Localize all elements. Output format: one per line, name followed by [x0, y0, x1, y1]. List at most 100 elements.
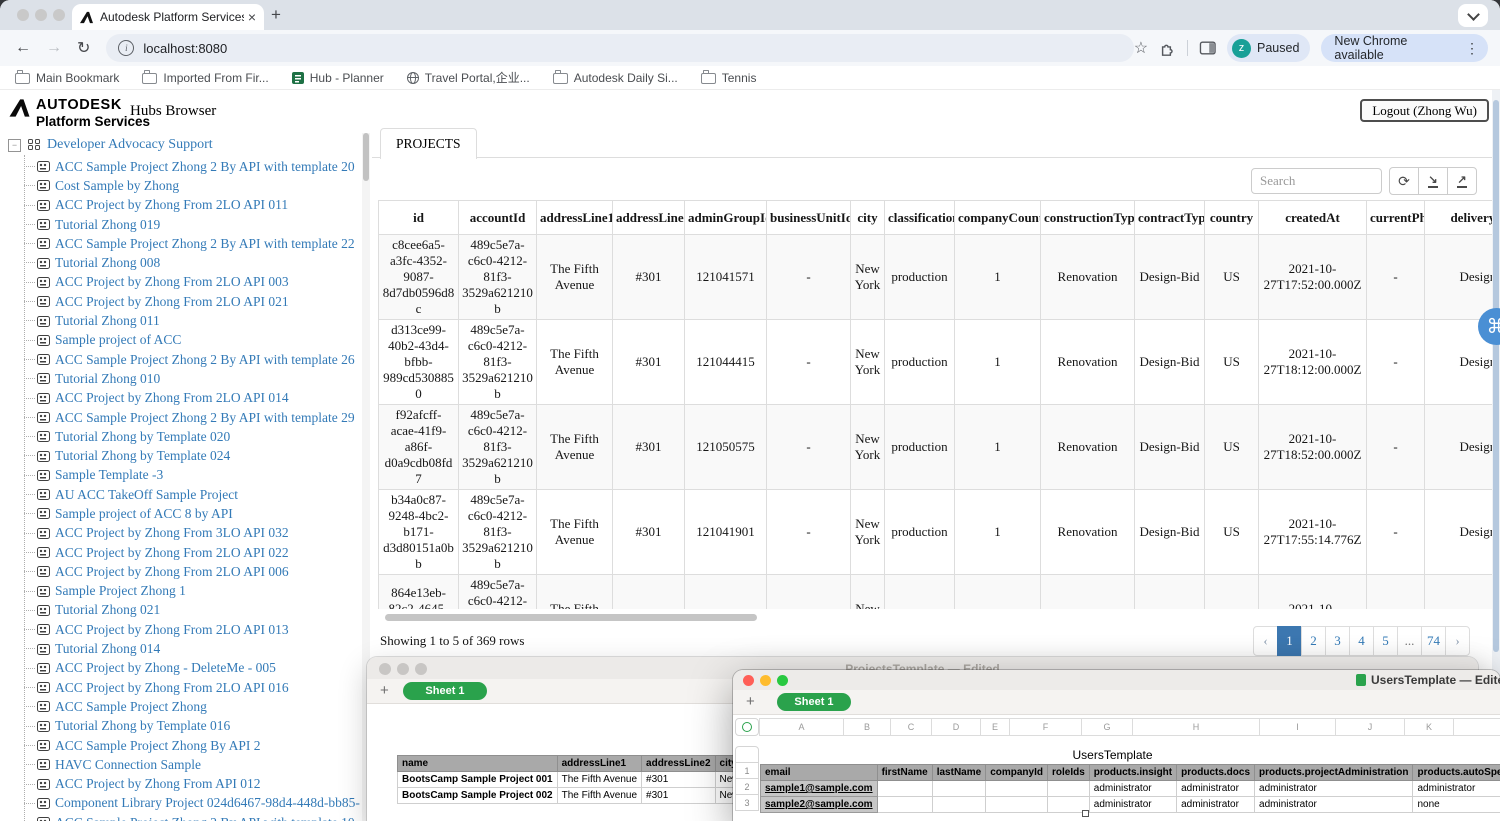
sheet-tab[interactable]: Sheet 1 — [403, 682, 487, 700]
users-template-titlebar[interactable]: UsersTemplate — Edited — [733, 670, 1500, 690]
pagination-page[interactable]: 74 — [1421, 626, 1446, 656]
project-link[interactable]: ACC Sample Project Zhong 2 By API with t… — [55, 352, 355, 368]
refresh-button[interactable]: ⟳ — [1389, 167, 1419, 195]
project-link[interactable]: Sample project of ACC — [55, 332, 181, 348]
column-header[interactable]: currentPhase — [1366, 200, 1425, 235]
sheet-cell[interactable] — [931, 796, 987, 813]
window-close-icon[interactable] — [743, 675, 754, 686]
pagination-page[interactable]: 5 — [1373, 626, 1398, 656]
hub-link[interactable]: Developer Advocacy Support — [47, 137, 213, 153]
project-link[interactable]: ACC Project by Zhong From API 012 — [55, 776, 261, 792]
sheet-cell[interactable]: administrator — [1088, 780, 1178, 797]
window-zoom-icon[interactable] — [53, 9, 65, 21]
column-header[interactable]: country — [1204, 200, 1259, 235]
select-all-corner[interactable] — [735, 718, 759, 736]
bookmark-item[interactable]: Tennis — [700, 70, 756, 85]
sheet-column-header[interactable]: products.insight — [1088, 764, 1178, 781]
column-letter[interactable]: G — [1081, 718, 1133, 736]
column-header[interactable]: adminGroupId — [684, 200, 767, 235]
column-header[interactable]: id — [378, 200, 459, 235]
sheet-cell[interactable]: administrator — [1176, 780, 1256, 797]
project-link[interactable]: ACC Project by Zhong From 2LO API 016 — [55, 680, 289, 696]
sheet-cell[interactable]: The Fifth Avenue — [556, 771, 643, 788]
window-minimize-icon[interactable] — [760, 675, 771, 686]
column-letter[interactable] — [1453, 718, 1500, 736]
column-letter[interactable]: A — [759, 718, 844, 736]
project-link[interactable]: ACC Project by Zhong From 2LO API 003 — [55, 274, 289, 290]
sheet-cell[interactable] — [1046, 780, 1090, 797]
pagination-ellipsis[interactable]: ... — [1397, 626, 1422, 656]
project-link[interactable]: Tutorial Zhong 011 — [55, 313, 160, 329]
project-link[interactable]: ACC Project by Zhong From 2LO API 011 — [55, 197, 288, 213]
pagination-page[interactable]: 3 — [1325, 626, 1350, 656]
bookmark-star-icon[interactable]: ☆ — [1134, 38, 1148, 58]
column-letter[interactable]: F — [1009, 718, 1082, 736]
window-close-icon[interactable] — [17, 9, 29, 21]
tab-search-button[interactable] — [1458, 4, 1488, 27]
bookmark-item[interactable]: Hub - Planner — [291, 71, 384, 85]
table-horizontal-scrollbar[interactable] — [378, 614, 1492, 622]
column-header[interactable]: city — [850, 200, 885, 235]
search-input[interactable] — [1251, 168, 1382, 194]
new-tab-button[interactable]: + — [264, 4, 288, 26]
project-link[interactable]: Tutorial Zhong by Template 016 — [55, 718, 230, 734]
reload-icon[interactable]: ↻ — [77, 38, 90, 58]
project-link[interactable]: ACC Project by Zhong From 2LO API 022 — [55, 545, 289, 561]
table-row[interactable]: b34a0c87-9248-4bc2-b171-d3d80151a0bb 489c… — [378, 489, 1492, 575]
project-link[interactable]: ACC Project by Zhong From 2LO API 006 — [55, 564, 289, 580]
table-row[interactable]: c8cee6a5-a3fc-4352-9087-8d7db0596d8c 489c… — [378, 234, 1492, 320]
bookmark-item[interactable]: Imported From Fir... — [142, 70, 269, 85]
column-header[interactable]: contractType — [1134, 200, 1205, 235]
project-link[interactable]: ACC Sample Project Zhong 2 By API with t… — [55, 159, 355, 175]
project-link[interactable]: ACC Project by Zhong - DeleteMe - 005 — [55, 660, 276, 676]
column-letter[interactable]: H — [1132, 718, 1260, 736]
pagination-prev[interactable]: ‹ — [1253, 626, 1278, 656]
column-header[interactable]: deliveryMethod — [1424, 200, 1492, 235]
profile-paused-badge[interactable]: z Paused — [1227, 34, 1311, 62]
pagination-next[interactable]: › — [1445, 626, 1470, 656]
row-number[interactable]: 1 — [735, 762, 759, 779]
sheet-cell[interactable]: #301 — [641, 787, 716, 804]
sheet-cell[interactable] — [876, 796, 933, 813]
export-button[interactable]: ↗ — [1447, 167, 1477, 195]
table-row[interactable]: 864e13eb-82c2-4645-855d-5f09baf3391d489c… — [378, 574, 1492, 609]
sheet-cell[interactable]: administrator — [1176, 796, 1256, 813]
chrome-update-button[interactable]: New Chrome available ⋮ — [1321, 34, 1488, 62]
site-info-icon[interactable]: i — [118, 40, 135, 56]
sheet-cell[interactable]: administrator — [1254, 780, 1414, 797]
project-link[interactable]: Sample Template -3 — [55, 467, 163, 483]
column-letter[interactable]: J — [1335, 718, 1405, 736]
sheet-column-header[interactable]: addressLine1 — [556, 755, 643, 772]
selection-handle[interactable] — [1082, 810, 1089, 817]
project-link[interactable]: Sample project of ACC 8 by API — [55, 506, 233, 522]
users-template-window[interactable]: UsersTemplate — Edited + Sheet 1 ABCDEFG… — [733, 670, 1500, 821]
row-header-blank[interactable] — [735, 746, 759, 763]
browser-tab[interactable]: Autodesk Platform Services: H × — [72, 4, 264, 30]
bookmark-item[interactable]: Main Bookmark — [15, 70, 119, 85]
window-minimize-icon[interactable] — [35, 9, 47, 21]
sheet-column-header[interactable]: lastName — [931, 764, 987, 781]
sheet-column-header[interactable]: addressLine2 — [641, 755, 716, 772]
pagination-page[interactable]: 2 — [1301, 626, 1326, 656]
sheet-cell[interactable] — [931, 780, 987, 797]
project-link[interactable]: ACC Project by Zhong From 2LO API 013 — [55, 622, 289, 638]
sheet-tab[interactable]: Sheet 1 — [777, 693, 851, 711]
column-letter[interactable]: E — [980, 718, 1010, 736]
project-link[interactable]: ACC Sample Project Zhong 2 By API with t… — [55, 815, 355, 821]
project-link[interactable]: ACC Sample Project Zhong 2 By API with t… — [55, 410, 355, 426]
column-header[interactable]: companyCount — [954, 200, 1041, 235]
project-link[interactable]: ACC Project by Zhong From 3LO API 032 — [55, 525, 289, 541]
sheet-cell[interactable]: administrator — [1254, 796, 1414, 813]
project-link[interactable]: Tutorial Zhong 014 — [55, 641, 160, 657]
table-row[interactable]: f92afcff-acae-41f9-a86f-d0a9cdb08fd7 489c… — [378, 404, 1492, 490]
column-header[interactable]: accountId — [458, 200, 537, 235]
project-link[interactable]: ACC Project by Zhong From 2LO API 014 — [55, 390, 289, 406]
sheet-column-header[interactable]: products.autoSpecs — [1412, 764, 1500, 781]
column-header[interactable]: businessUnitId — [766, 200, 851, 235]
column-letter[interactable]: C — [890, 718, 932, 736]
project-link[interactable]: Tutorial Zhong 008 — [55, 255, 160, 271]
tree-root-hub[interactable]: − Developer Advocacy Support — [0, 135, 360, 155]
collapse-icon[interactable]: − — [8, 138, 21, 152]
project-link[interactable]: ACC Sample Project Zhong 2 By API with t… — [55, 236, 355, 252]
project-link[interactable]: ACC Sample Project Zhong By API 2 — [55, 738, 261, 754]
